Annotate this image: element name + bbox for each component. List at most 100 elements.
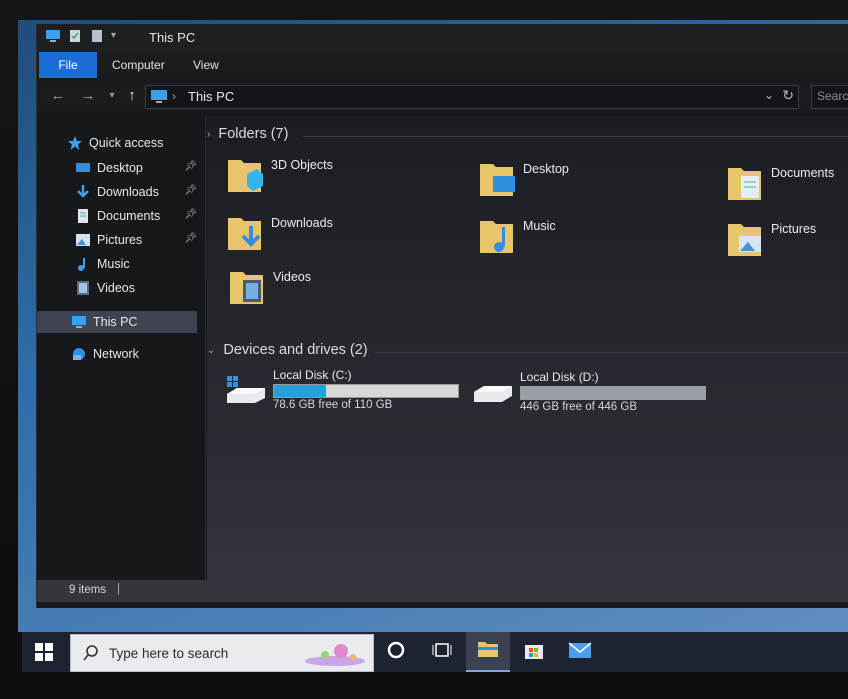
taskbar-search-box[interactable]: Type here to search xyxy=(70,634,374,672)
group-title: Folders (7) xyxy=(218,126,289,142)
windows-drive-icon xyxy=(225,372,267,404)
pin-icon[interactable]: 📌︎ xyxy=(184,209,197,220)
breadcrumb-separator-icon[interactable]: › xyxy=(172,89,176,103)
title-bar: ▾ This PC xyxy=(37,24,848,52)
file-explorer-icon xyxy=(477,639,499,664)
download-arrow-icon xyxy=(75,184,91,200)
folder-label: 3D Objects xyxy=(271,158,333,172)
cortana-icon xyxy=(386,640,406,665)
sidebar-item-this-pc[interactable]: This PC xyxy=(37,311,197,333)
folder-3d-objects[interactable]: 3D Objects xyxy=(227,156,427,202)
drive-free-space: 78.6 GB free of 110 GB xyxy=(273,399,393,411)
sidebar-item-music[interactable]: Music xyxy=(37,253,205,275)
pin-icon[interactable]: 📌︎ xyxy=(184,185,197,196)
properties-icon[interactable] xyxy=(67,28,83,44)
drive-icon xyxy=(472,374,514,406)
address-dropdown-icon[interactable]: ⌄ xyxy=(764,88,774,102)
folder-label: Videos xyxy=(273,270,311,284)
up-arrow-icon[interactable]: ↑ xyxy=(123,86,141,106)
sidebar-item-documents[interactable]: Documents 📌︎ xyxy=(37,205,205,227)
tab-file[interactable]: File xyxy=(39,52,97,78)
store-taskbar-button[interactable] xyxy=(512,632,556,672)
this-pc-icon xyxy=(45,28,61,44)
file-explorer-taskbar-button[interactable] xyxy=(466,632,510,672)
search-highlight-illustration-icon[interactable] xyxy=(301,639,369,667)
drive-free-space: 446 GB free of 446 GB xyxy=(520,401,637,413)
music-note-icon xyxy=(75,256,91,272)
folder-music[interactable]: Music xyxy=(479,217,679,263)
task-view-icon xyxy=(432,640,452,665)
quick-access-toolbar: ▾ xyxy=(45,28,127,44)
download-arrow-icon xyxy=(227,214,263,252)
drive-name: Local Disk (D:) xyxy=(520,370,599,384)
sidebar-item-label: Downloads xyxy=(97,185,159,199)
folder-label: Documents xyxy=(771,166,835,180)
tab-view[interactable]: View xyxy=(183,52,229,78)
task-view-button[interactable] xyxy=(420,632,464,672)
pin-icon[interactable]: 📌︎ xyxy=(184,161,197,172)
3d-cube-icon xyxy=(227,156,263,194)
tab-computer[interactable]: Computer xyxy=(102,52,175,78)
picture-icon xyxy=(75,232,91,248)
folder-downloads[interactable]: Downloads xyxy=(227,214,427,260)
windows-start-icon[interactable] xyxy=(34,642,54,662)
search-input[interactable]: Search xyxy=(811,85,848,109)
window-title: This PC xyxy=(149,30,196,45)
sidebar-item-label: Music xyxy=(97,257,130,271)
desktop-icon xyxy=(75,160,91,176)
chevron-down-icon[interactable]: ▾ xyxy=(111,28,127,44)
sidebar-item-network[interactable]: Network xyxy=(37,343,205,365)
drive-local-disk-d[interactable]: Local Disk (D:) 446 GB free of 446 GB xyxy=(472,370,712,416)
sidebar-item-label: Desktop xyxy=(97,161,143,175)
chevron-right-icon: › xyxy=(207,128,211,140)
document-icon xyxy=(75,208,91,224)
address-bar[interactable]: › This PC ⌄ ↻ xyxy=(145,85,799,109)
folder-label: Desktop xyxy=(523,162,569,176)
breadcrumb[interactable]: This PC xyxy=(188,89,234,104)
mail-icon xyxy=(568,641,592,664)
navigation-pane: Quick access Desktop 📌︎ Downloads 📌︎ Doc… xyxy=(37,116,206,580)
picture-icon xyxy=(727,220,763,258)
forward-arrow-icon[interactable]: → xyxy=(79,86,97,106)
content-pane: › Folders (7) 3D Objects Desktop Documen… xyxy=(207,116,848,580)
folder-label: Downloads xyxy=(271,216,333,230)
drive-local-disk-c[interactable]: Local Disk (C:) 78.6 GB free of 110 GB xyxy=(225,368,465,414)
this-pc-icon xyxy=(71,314,87,330)
ribbon-tabs: File Computer View xyxy=(37,52,848,78)
sidebar-item-videos[interactable]: Videos xyxy=(37,277,205,299)
sidebar-item-desktop[interactable]: Desktop 📌︎ xyxy=(37,157,205,179)
recent-locations-chevron-icon[interactable]: ▾ xyxy=(103,86,121,106)
item-count: 9 items xyxy=(69,584,107,596)
taskbar: Type here to search xyxy=(22,632,848,672)
pin-icon[interactable]: 📌︎ xyxy=(184,233,197,244)
mail-taskbar-button[interactable] xyxy=(558,632,602,672)
folder-videos[interactable]: Videos xyxy=(229,268,429,314)
star-icon xyxy=(67,135,83,151)
desktop-icon xyxy=(479,160,515,198)
drive-name: Local Disk (C:) xyxy=(273,368,352,382)
refresh-icon[interactable]: ↻ xyxy=(782,87,794,104)
sidebar-item-pictures[interactable]: Pictures 📌︎ xyxy=(37,229,205,251)
back-arrow-icon[interactable]: ← xyxy=(49,86,67,106)
sidebar-item-quick-access[interactable]: Quick access xyxy=(37,132,205,154)
store-icon xyxy=(523,639,545,666)
sidebar-item-label: Documents xyxy=(97,209,161,223)
music-note-icon xyxy=(479,217,515,255)
sidebar-item-label: Network xyxy=(93,347,139,361)
cortana-button[interactable] xyxy=(374,632,418,672)
folder-documents[interactable]: Documents xyxy=(727,164,848,210)
search-icon xyxy=(83,645,99,661)
film-icon xyxy=(229,268,265,306)
drive-usage-bar xyxy=(520,386,706,400)
sidebar-item-label: Quick access xyxy=(89,136,164,150)
folder-pictures[interactable]: Pictures xyxy=(727,220,848,266)
divider xyxy=(303,136,848,137)
new-folder-icon[interactable] xyxy=(89,28,105,44)
folder-label: Pictures xyxy=(771,222,817,236)
folder-desktop[interactable]: Desktop xyxy=(479,160,679,206)
devices-group-header[interactable]: ⌄ Devices and drives (2) xyxy=(207,342,368,358)
status-separator: | xyxy=(117,583,120,595)
search-placeholder: Type here to search xyxy=(109,646,229,661)
folders-group-header[interactable]: › Folders (7) xyxy=(207,126,288,142)
sidebar-item-downloads[interactable]: Downloads 📌︎ xyxy=(37,181,205,203)
